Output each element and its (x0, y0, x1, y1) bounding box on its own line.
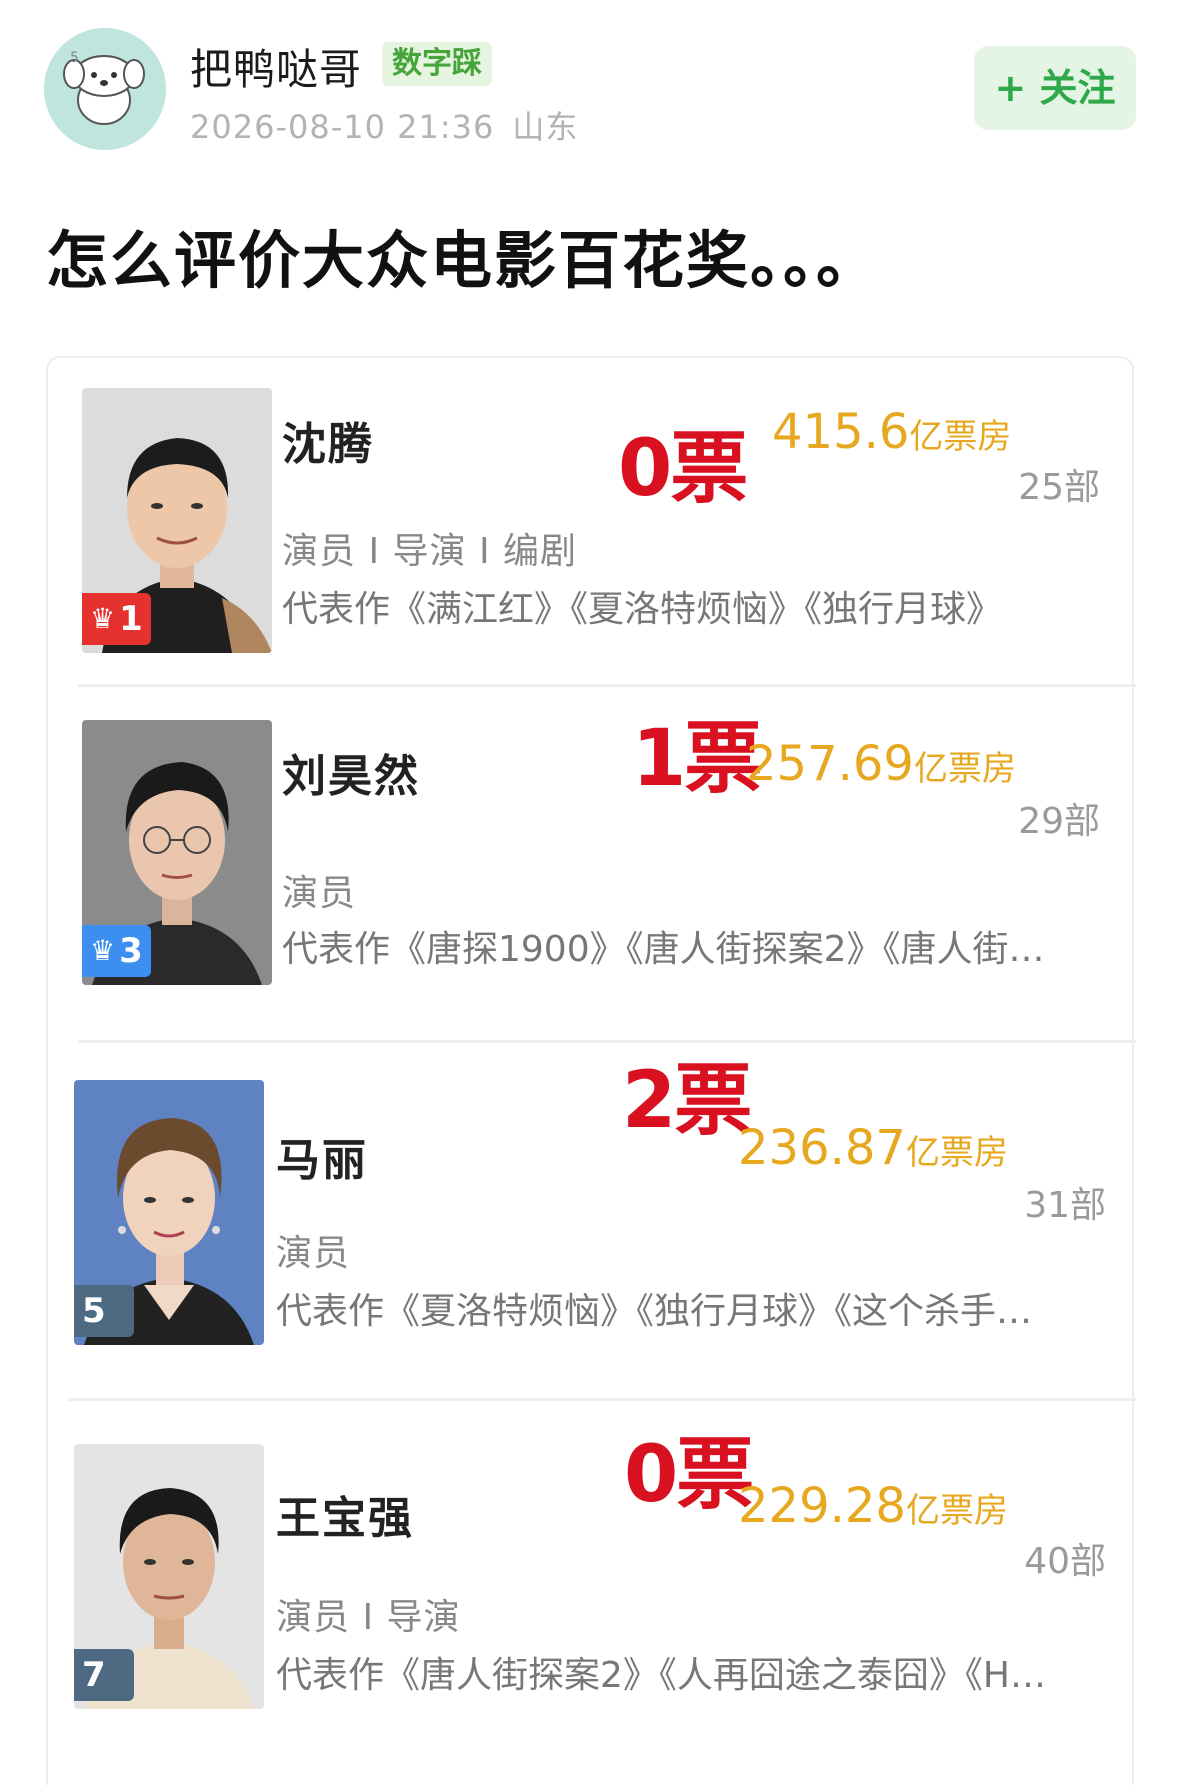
actor-photo[interactable]: 7 (74, 1444, 264, 1709)
actor-works: 代表作《夏洛特烦恼》《独行月球》《这个杀手… (276, 1291, 1033, 1332)
actor-roles: 演员 (282, 873, 357, 914)
rank-badge: ♛ 3 (82, 925, 151, 977)
svg-text:5: 5 (70, 50, 79, 66)
actor-works: 代表作《唐人街探案2》《人再囧途之泰囧》《H… (276, 1655, 1046, 1696)
boxoffice: 257.69亿票房 (746, 740, 1016, 788)
boxoffice: 415.6亿票房 (772, 408, 1011, 456)
rank-badge: ♛ 1 (82, 593, 151, 645)
rank-badge: 7 (74, 1649, 134, 1701)
list-item[interactable]: ♛ 3 刘昊然 1票 257.69亿票房 29部 演员 代表作《唐探1900》《唐… (48, 694, 1136, 1054)
boxoffice-value: 257.69 (746, 736, 914, 792)
user-badge: 数字踩 (382, 42, 492, 86)
boxoffice: 229.28亿票房 (738, 1482, 1008, 1530)
rank-number: 5 (82, 1291, 106, 1331)
boxoffice-unit: 亿票房 (905, 1133, 1008, 1173)
actor-photo[interactable]: ♛ 1 (82, 388, 272, 653)
actor-photo[interactable]: 5 (74, 1080, 264, 1345)
user-avatar[interactable]: 5 (44, 28, 166, 150)
vote-count: 2票 (622, 1056, 752, 1146)
post-timestamp: 2026-08-10 21:36 (190, 108, 495, 146)
boxoffice-value: 229.28 (738, 1478, 906, 1534)
follow-button[interactable]: + 关注 (974, 46, 1136, 130)
actor-roles: 演员 I 导演 (276, 1597, 461, 1638)
actor-roles: 演员 (276, 1233, 351, 1274)
boxoffice-unit: 亿票房 (913, 749, 1016, 789)
list-item[interactable]: 5 马丽 2票 236.87亿票房 31部 演员 代表作《夏洛特烦恼》《独行月球… (48, 1058, 1136, 1418)
vote-count: 0票 (624, 1430, 754, 1520)
actor-name[interactable]: 刘昊然 (282, 740, 420, 804)
post-header: 5 把鸭哒哥 数字踩 2026-08-10 21:36 山东 + 关注 (0, 0, 1179, 180)
actor-works: 代表作《唐探1900》《唐人街探案2》《唐人街… (282, 929, 1045, 970)
cartoon-dog-icon: 5 (44, 28, 166, 150)
boxoffice-unit: 亿票房 (905, 1491, 1008, 1531)
rank-number: 3 (119, 931, 143, 971)
rank-number: 1 (119, 599, 143, 639)
vote-count: 1票 (632, 714, 762, 804)
rank-badge: 5 (74, 1285, 134, 1337)
boxoffice: 236.87亿票房 (738, 1124, 1008, 1172)
vote-count: 0票 (618, 424, 748, 514)
user-name[interactable]: 把鸭哒哥 (190, 36, 362, 97)
divider (78, 684, 1136, 687)
list-item[interactable]: ♛ 1 沈腾 0票 415.6亿票房 25部 演员 I 导演 I 编剧 代表作《满… (48, 358, 1136, 691)
divider (68, 1398, 1136, 1401)
film-count: 25部 (1018, 467, 1100, 508)
film-count: 29部 (1018, 801, 1100, 842)
boxoffice-value: 415.6 (772, 404, 910, 460)
post-title: 怎么评价大众电影百花奖。。。 (46, 224, 881, 297)
post-location: 山东 (512, 108, 579, 146)
boxoffice-value: 236.87 (738, 1120, 906, 1176)
boxoffice-unit: 亿票房 (909, 417, 1012, 457)
crown-icon: ♛ (90, 602, 116, 635)
actor-photo[interactable]: ♛ 3 (82, 720, 272, 985)
post-meta: 2026-08-10 21:36 山东 (190, 102, 596, 148)
film-count: 40部 (1024, 1541, 1106, 1582)
actor-works: 代表作《满江红》《夏洛特烦恼》《独行月球》 (282, 589, 1003, 630)
divider (78, 1040, 1136, 1043)
actor-name[interactable]: 马丽 (276, 1124, 368, 1188)
list-item[interactable]: 7 王宝强 0票 229.28亿票房 40部 演员 I 导演 代表作《唐人街探案… (48, 1422, 1136, 1785)
film-count: 31部 (1024, 1185, 1106, 1226)
ranking-card: ♛ 1 沈腾 0票 415.6亿票房 25部 演员 I 导演 I 编剧 代表作《满… (46, 356, 1136, 1785)
crown-icon: ♛ (90, 934, 116, 967)
actor-name[interactable]: 王宝强 (276, 1482, 414, 1546)
actor-roles: 演员 I 导演 I 编剧 (282, 531, 578, 572)
rank-number: 7 (82, 1655, 106, 1695)
actor-name[interactable]: 沈腾 (282, 408, 374, 472)
